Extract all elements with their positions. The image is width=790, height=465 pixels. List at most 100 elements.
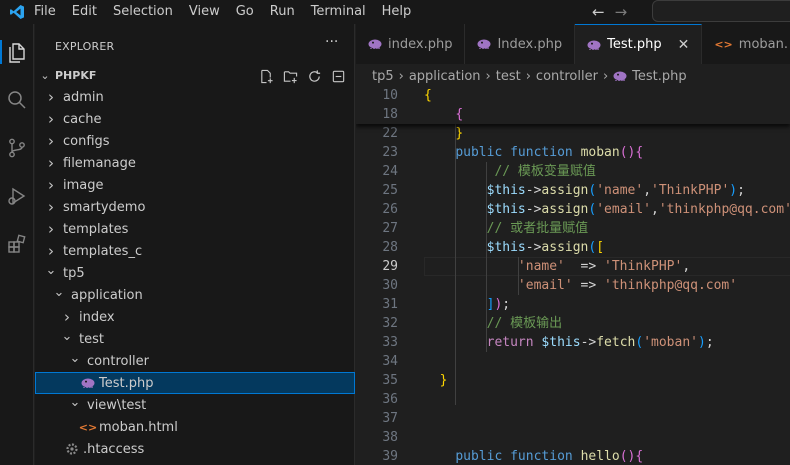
sticky-line[interactable]: 10 {: [356, 86, 790, 105]
editor-area: index.php Index.php Test.php ✕ <> moban. tp5 ›…: [356, 24, 790, 465]
chevron-right-icon: ›: [48, 220, 54, 238]
code-line: 22 }: [356, 124, 790, 143]
run-debug-icon[interactable]: [0, 178, 34, 214]
menu-run[interactable]: Run: [262, 0, 303, 24]
sticky-line[interactable]: 18 {: [356, 105, 790, 124]
source-control-icon[interactable]: [0, 130, 34, 166]
code-line: 23 public function moban(){: [356, 143, 790, 162]
line-number: 23: [382, 145, 398, 160]
forward-arrow-icon[interactable]: →: [615, 3, 628, 21]
code-line: 35 }: [356, 371, 790, 390]
code-line: 28 $this->assign([: [356, 238, 790, 257]
menu-selection[interactable]: Selection: [105, 0, 181, 24]
menu-go[interactable]: Go: [228, 0, 262, 24]
tree-item-label: smartydemo: [63, 199, 146, 215]
tree-folder-image[interactable]: › image: [35, 174, 355, 196]
menu-file[interactable]: File: [34, 0, 64, 24]
chevron-down-icon: ⌄: [40, 68, 50, 82]
line-number: 33: [382, 335, 398, 350]
code-text: // 模板输出: [486, 316, 563, 331]
new-folder-icon[interactable]: [281, 68, 299, 84]
vscode-logo-icon: [0, 0, 34, 24]
menu-view[interactable]: View: [181, 0, 228, 24]
code-text: return $this->fetch('moban');: [486, 335, 714, 350]
line-number: 29: [382, 259, 398, 274]
line-number: 25: [382, 183, 398, 198]
menu-terminal[interactable]: Terminal: [303, 0, 374, 24]
breadcrumb-item[interactable]: Test.php: [632, 69, 686, 84]
tree-file-test-php[interactable]: Test.php: [35, 372, 355, 394]
tree-folder-test[interactable]: ⌄ test: [35, 328, 355, 350]
tree-folder-filemanage[interactable]: › filemanage: [35, 152, 355, 174]
tree-folder-view-test[interactable]: ⌄ view\test: [35, 394, 355, 416]
chevron-down-icon: ⌄: [69, 350, 81, 366]
line-number: 28: [382, 240, 398, 255]
search-icon[interactable]: [0, 82, 34, 118]
tree-folder-index[interactable]: › index: [35, 306, 355, 328]
code-text: $this->assign('email','thinkphp@qq.com')…: [486, 202, 790, 217]
breadcrumb-item[interactable]: controller: [536, 69, 598, 84]
chevron-right-icon: ›: [602, 68, 609, 84]
tab-index-php[interactable]: index.php: [356, 24, 466, 64]
code-text: public function hello(){: [455, 449, 644, 464]
breadcrumb: tp5 › application › test › controller › Test.php: [372, 66, 687, 86]
tree-folder-admin[interactable]: › admin: [35, 86, 355, 108]
explorer-sidebar: EXPLORER ··· ⌄ PHPKF › admin › cache › config…: [35, 24, 355, 465]
new-file-icon[interactable]: [257, 68, 275, 84]
breadcrumb-item[interactable]: test: [496, 69, 521, 84]
close-tab-icon[interactable]: ✕: [678, 37, 690, 53]
tab-label: Test.php: [607, 37, 662, 52]
tree-folder-templates-c[interactable]: › templates_c: [35, 240, 355, 262]
tab-index-php[interactable]: Index.php: [465, 24, 576, 64]
php-file-icon: [587, 40, 601, 50]
code-text: {: [424, 88, 432, 103]
tab-moban-[interactable]: <> moban.: [702, 24, 790, 64]
tree-item-label: index: [79, 309, 115, 325]
chevron-right-icon: ›: [398, 68, 404, 84]
tree-file--htaccess[interactable]: .htaccess: [35, 438, 355, 460]
tree-folder-cache[interactable]: › cache: [35, 108, 355, 130]
tree-folder-configs[interactable]: › configs: [35, 130, 355, 152]
tree-folder-application[interactable]: ⌄ application: [35, 284, 355, 306]
collapse-all-icon[interactable]: [329, 68, 347, 84]
tree-folder-controller[interactable]: ⌄ controller: [35, 350, 355, 372]
line-number: 32: [382, 316, 398, 331]
sticky-scroll-header[interactable]: 10 {18 {: [356, 86, 790, 124]
tab-label: moban.: [738, 36, 788, 52]
refresh-icon[interactable]: [305, 68, 323, 84]
code-line: 32 // 模板输出: [356, 314, 790, 333]
breadcrumb-item[interactable]: tp5: [372, 69, 394, 84]
command-center-search[interactable]: [652, 0, 790, 22]
chevron-right-icon: ›: [48, 110, 54, 128]
chevron-right-icon: ›: [48, 132, 54, 150]
chevron-down-icon: ⌄: [45, 262, 57, 278]
tree-item-label: cache: [63, 111, 102, 127]
tree-folder-templates[interactable]: › templates: [35, 218, 355, 240]
tree-item-label: application: [71, 287, 143, 303]
menu-help[interactable]: Help: [374, 0, 420, 24]
code-line: 33 return $this->fetch('moban');: [356, 333, 790, 352]
tree-file-moban-html[interactable]: <> moban.html: [35, 416, 355, 438]
breadcrumb-item[interactable]: application: [409, 69, 481, 84]
tree-folder-tp5[interactable]: ⌄ tp5: [35, 262, 355, 284]
menu-edit[interactable]: Edit: [64, 0, 105, 24]
more-actions-icon[interactable]: ···: [325, 34, 338, 50]
chevron-down-icon: ⌄: [61, 328, 73, 344]
explorer-files-icon[interactable]: [0, 34, 34, 70]
code-editor[interactable]: 21 return json($data);22 }23 public func…: [356, 86, 790, 465]
php-file-icon: [613, 71, 627, 81]
php-file-icon: [477, 39, 491, 49]
code-text: $this->assign('name','ThinkPHP');: [486, 183, 745, 198]
explorer-title: EXPLORER: [55, 40, 115, 53]
extensions-icon[interactable]: [0, 226, 34, 262]
tree-item-label: test: [79, 331, 104, 347]
chevron-right-icon: ›: [525, 68, 531, 84]
tab-test-php[interactable]: Test.php ✕: [575, 24, 703, 64]
line-number: 18: [382, 107, 398, 122]
line-number: 36: [382, 392, 398, 407]
back-arrow-icon[interactable]: ←: [592, 3, 605, 21]
indent-guide: [518, 257, 519, 295]
line-number: 30: [382, 278, 398, 293]
line-number: 24: [382, 164, 398, 179]
tree-folder-smartydemo[interactable]: › smartydemo: [35, 196, 355, 218]
